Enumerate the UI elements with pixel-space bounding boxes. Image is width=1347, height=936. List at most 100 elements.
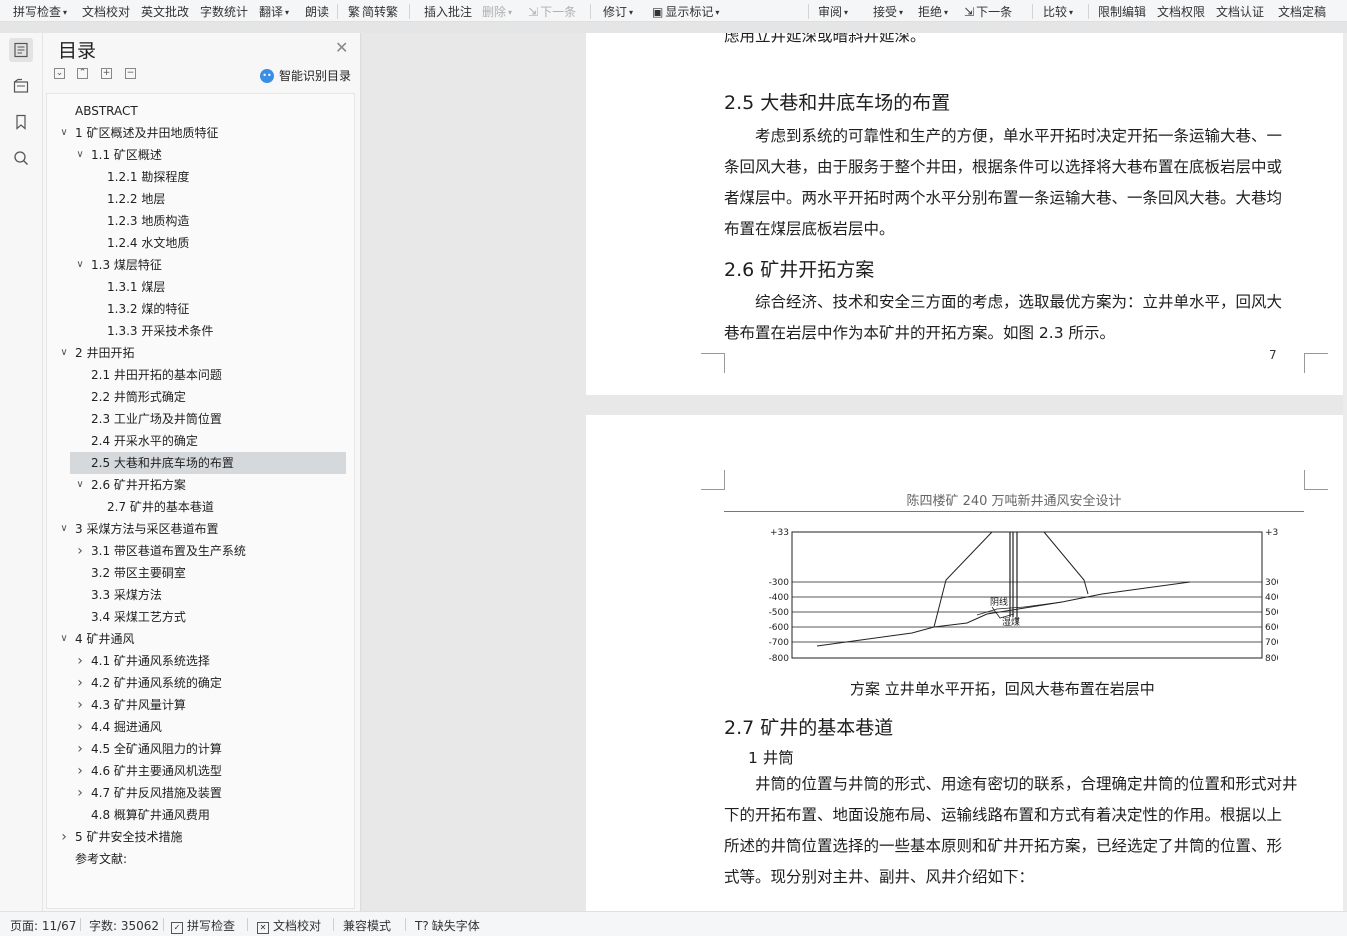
toolbar-item-18[interactable]: 文档权限 <box>1157 3 1205 20</box>
toc-item[interactable]: ∨ 3 采煤方法与采区巷道布置 <box>47 518 354 540</box>
doc-proofing-status[interactable]: ✕ 文档校对 <box>257 917 321 934</box>
add-heading-icon[interactable]: + <box>101 68 112 79</box>
figure-right-tick-label: 300 <box>1265 578 1278 588</box>
toc-item[interactable]: ∨ 1.3 煤层特征 <box>47 254 354 276</box>
toolbar-item-16[interactable]: 比较 ▾ <box>1043 3 1073 20</box>
chevron-right-icon[interactable]: › <box>75 760 85 782</box>
chevron-right-icon[interactable]: › <box>75 672 85 694</box>
toc-item[interactable]: ∨ 4 矿井通风 <box>47 628 354 650</box>
remove-heading-icon[interactable]: − <box>125 68 136 79</box>
chevron-down-icon: ▾ <box>1069 8 1074 17</box>
collapse-all-icon[interactable]: ⌃ <box>77 68 88 79</box>
toc-item[interactable]: › 5 矿井安全技术措施 <box>47 826 354 848</box>
toc-item-label: 1.1 矿区概述 <box>91 148 162 162</box>
chevron-right-icon[interactable]: › <box>75 782 85 804</box>
chapter-nav-icon[interactable] <box>9 74 33 98</box>
chevron-right-icon[interactable]: › <box>75 716 85 738</box>
toolbar-item-13[interactable]: 接受 ▾ <box>873 3 903 20</box>
toc-item[interactable]: 1.3.1 煤层 <box>47 276 354 298</box>
toolbar-item-label: 显示标记 <box>665 5 714 19</box>
bookmark-icon[interactable] <box>9 110 33 134</box>
toolbar-item-2[interactable]: 英文批改 <box>141 3 189 20</box>
toc-item[interactable]: 3.4 采煤工艺方式 <box>47 606 354 628</box>
toolbar-item-4[interactable]: 翻译 ▾ <box>259 3 289 20</box>
toolbar-item-10[interactable]: 修订 ▾ <box>603 3 633 20</box>
toc-item[interactable]: ∨ 1.1 矿区概述 <box>47 144 354 166</box>
toolbar-item-8[interactable]: 删除 ▾ <box>482 3 512 20</box>
toc-item[interactable]: 2.5 大巷和井底车场的布置 <box>70 452 346 474</box>
toc-item[interactable]: ABSTRACT <box>47 100 354 122</box>
next-comment-icon: ⇲ <box>528 5 539 19</box>
toolbar-item-6[interactable]: 繁简转繁 <box>348 3 398 20</box>
chevron-down-icon[interactable]: ∨ <box>59 628 69 650</box>
toolbar-item-17[interactable]: 限制编辑 <box>1098 3 1146 20</box>
document-area[interactable]: 虑用立井延深或暗斜井延深。 2.5 大巷和井底车场的布置 考虑到系统的可靠性和生… <box>362 33 1347 911</box>
toc-item[interactable]: › 4.6 矿井主要通风机选型 <box>47 760 354 782</box>
toc-item[interactable]: 1.2.4 水文地质 <box>47 232 354 254</box>
toc-item[interactable]: 2.3 工业广场及井筒位置 <box>47 408 354 430</box>
toc-item[interactable]: 1.2.1 勘探程度 <box>47 166 354 188</box>
toolbar-item-14[interactable]: 拒绝 ▾ <box>918 3 948 20</box>
word-count[interactable]: 字数: 35062 <box>89 917 159 934</box>
chevron-right-icon[interactable]: › <box>59 826 69 848</box>
toc-item-label: 4 矿井通风 <box>75 632 135 646</box>
toc-item[interactable]: 1.2.3 地质构造 <box>47 210 354 232</box>
toc-item[interactable]: ∨ 1 矿区概述及井田地质特征 <box>47 122 354 144</box>
toc-item[interactable]: 1.2.2 地层 <box>47 188 354 210</box>
chevron-down-icon[interactable]: ∨ <box>59 342 69 364</box>
toc-item[interactable]: 参考文献: <box>47 848 354 870</box>
chevron-down-icon[interactable]: ∨ <box>59 518 69 540</box>
search-icon[interactable] <box>9 146 33 170</box>
chevron-down-icon: ▾ <box>63 8 68 17</box>
toc-item[interactable]: › 4.4 掘进通风 <box>47 716 354 738</box>
toolbar-item-15[interactable]: ⇲ 下一条 <box>964 3 1012 20</box>
navigation-icon-strip <box>0 33 43 911</box>
toc-panel-icon[interactable] <box>9 38 33 62</box>
toc-item[interactable]: 2.4 开采水平的确定 <box>47 430 354 452</box>
chevron-down-icon[interactable]: ∨ <box>59 122 69 144</box>
compat-mode[interactable]: 兼容模式 <box>343 917 391 934</box>
toc-item[interactable]: ∨ 2 井田开拓 <box>47 342 354 364</box>
toc-item[interactable]: 2.2 井筒形式确定 <box>47 386 354 408</box>
toolbar-item-11[interactable]: ▣ 显示标记 ▾ <box>652 3 719 20</box>
proofing-label: 文档校对 <box>273 919 322 933</box>
toolbar-item-7[interactable]: 插入批注 <box>424 3 472 20</box>
close-icon[interactable]: ✕ <box>335 38 348 57</box>
toolbar-item-1[interactable]: 文档校对 <box>82 3 130 20</box>
spell-check-status[interactable]: ✓ 拼写检查 <box>171 917 235 934</box>
toc-item[interactable]: › 4.5 全矿通风阻力的计算 <box>47 738 354 760</box>
vertical-scrollbar[interactable] <box>1343 33 1347 911</box>
missing-font-status[interactable]: T? 缺失字体 <box>415 917 480 934</box>
smart-toc-button[interactable]: •• 智能识别目录 <box>260 67 351 84</box>
page-indicator[interactable]: 页面: 11/67 <box>10 917 76 934</box>
toc-item[interactable]: 4.8 概算矿井通风费用 <box>47 804 354 826</box>
chevron-right-icon[interactable]: › <box>75 540 85 562</box>
toolbar-item-9[interactable]: ⇲ 下一条 <box>528 3 576 20</box>
toolbar-item-0[interactable]: 拼写检查 ▾ <box>13 3 67 20</box>
chevron-down-icon[interactable]: ∨ <box>75 474 85 496</box>
chevron-right-icon[interactable]: › <box>75 694 85 716</box>
toolbar-item-5[interactable]: 朗读 <box>305 3 329 20</box>
toolbar-item-19[interactable]: 文档认证 <box>1216 3 1264 20</box>
figure-right-ticks: +33 300 400 500 600 700 800 <box>1265 528 1278 664</box>
toc-item[interactable]: › 4.3 矿井风量计算 <box>47 694 354 716</box>
chevron-down-icon[interactable]: ∨ <box>75 144 85 166</box>
toc-item[interactable]: 1.3.3 开采技术条件 <box>47 320 354 342</box>
toc-item[interactable]: 2.1 井田开拓的基本问题 <box>47 364 354 386</box>
toc-item[interactable]: 3.2 带区主要硐室 <box>47 562 354 584</box>
toc-item[interactable]: ∨ 2.6 矿井开拓方案 <box>47 474 354 496</box>
toc-item[interactable]: 3.3 采煤方法 <box>47 584 354 606</box>
chevron-down-icon[interactable]: ∨ <box>75 254 85 276</box>
toc-item[interactable]: › 4.1 矿井通风系统选择 <box>47 650 354 672</box>
toc-item[interactable]: › 3.1 带区巷道布置及生产系统 <box>47 540 354 562</box>
toc-item[interactable]: 2.7 矿井的基本巷道 <box>47 496 354 518</box>
toolbar-item-20[interactable]: 文档定稿 <box>1278 3 1326 20</box>
toolbar-item-3[interactable]: 字数统计 <box>200 3 248 20</box>
toc-item[interactable]: › 4.7 矿井反风措施及装置 <box>47 782 354 804</box>
toc-item[interactable]: › 4.2 矿井通风系统的确定 <box>47 672 354 694</box>
chevron-right-icon[interactable]: › <box>75 738 85 760</box>
toc-item[interactable]: 1.3.2 煤的特征 <box>47 298 354 320</box>
chevron-right-icon[interactable]: › <box>75 650 85 672</box>
expand-all-icon[interactable]: ⌄ <box>54 68 65 79</box>
toolbar-item-12[interactable]: 审阅 ▾ <box>818 3 848 20</box>
